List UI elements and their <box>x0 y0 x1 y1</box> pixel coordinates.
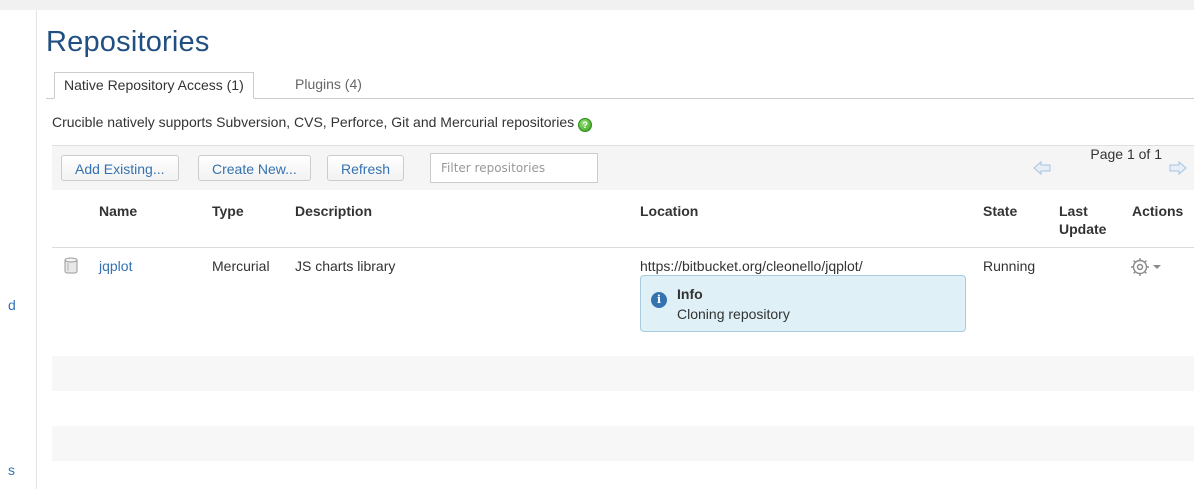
page-indicator: Page 1 of 1 <box>1090 146 1162 162</box>
column-header-state[interactable]: State <box>983 202 1017 220</box>
repository-toolbar: Add Existing... Create New... Refresh Pa… <box>52 145 1194 190</box>
help-icon[interactable]: ? <box>578 118 593 132</box>
create-new-button[interactable]: Create New... <box>198 155 311 181</box>
repository-description: JS charts library <box>295 258 396 274</box>
top-bar <box>0 0 1194 10</box>
filter-repositories-input[interactable] <box>430 153 598 183</box>
column-header-actions: Actions <box>1132 203 1184 219</box>
repository-name-link[interactable]: jqplot <box>99 258 132 274</box>
sidebar-link-fragment[interactable]: s <box>8 462 15 478</box>
next-page-icon[interactable] <box>1168 160 1188 176</box>
repository-icon <box>64 257 78 274</box>
tab-native-repository-access[interactable]: Native Repository Access (1) <box>54 72 254 99</box>
column-header-type[interactable]: Type <box>212 202 244 220</box>
intro-text: Crucible natively supports Subversion, C… <box>52 114 593 132</box>
info-text: Cloning repository <box>677 306 790 322</box>
gear-icon[interactable] <box>1130 257 1166 277</box>
tab-bar: Native Repository Access (1) Plugins (4) <box>46 72 1194 99</box>
page-title: Repositories <box>46 26 210 58</box>
info-icon: i <box>651 292 667 308</box>
left-sidebar: d s <box>0 10 37 489</box>
column-header-last-update[interactable]: Last Update <box>1059 202 1109 238</box>
table-header: Name Type Description Location State Las… <box>52 189 1194 248</box>
repository-location: https://bitbucket.org/cleonello/jqplot/ <box>640 258 863 274</box>
chevron-down-icon <box>1153 265 1161 269</box>
add-existing-button[interactable]: Add Existing... <box>61 155 179 181</box>
table-row: jqplot Mercurial JS charts library https… <box>52 247 1194 355</box>
sidebar-link-fragment[interactable]: d <box>8 297 16 313</box>
repository-type: Mercurial <box>212 258 270 274</box>
intro-label: Crucible natively supports Subversion, C… <box>52 114 575 130</box>
repository-state: Running <box>983 258 1036 274</box>
previous-page-icon[interactable] <box>1032 160 1052 176</box>
column-header-location[interactable]: Location <box>640 202 698 220</box>
empty-row-stripe <box>52 356 1194 391</box>
info-message: i Info Cloning repository <box>640 275 966 332</box>
column-header-name[interactable]: Name <box>99 202 137 220</box>
empty-row-stripe <box>52 426 1194 461</box>
info-title: Info <box>677 286 703 302</box>
column-header-description[interactable]: Description <box>295 202 372 220</box>
refresh-button[interactable]: Refresh <box>327 155 405 181</box>
tab-plugins[interactable]: Plugins (4) <box>286 72 371 97</box>
